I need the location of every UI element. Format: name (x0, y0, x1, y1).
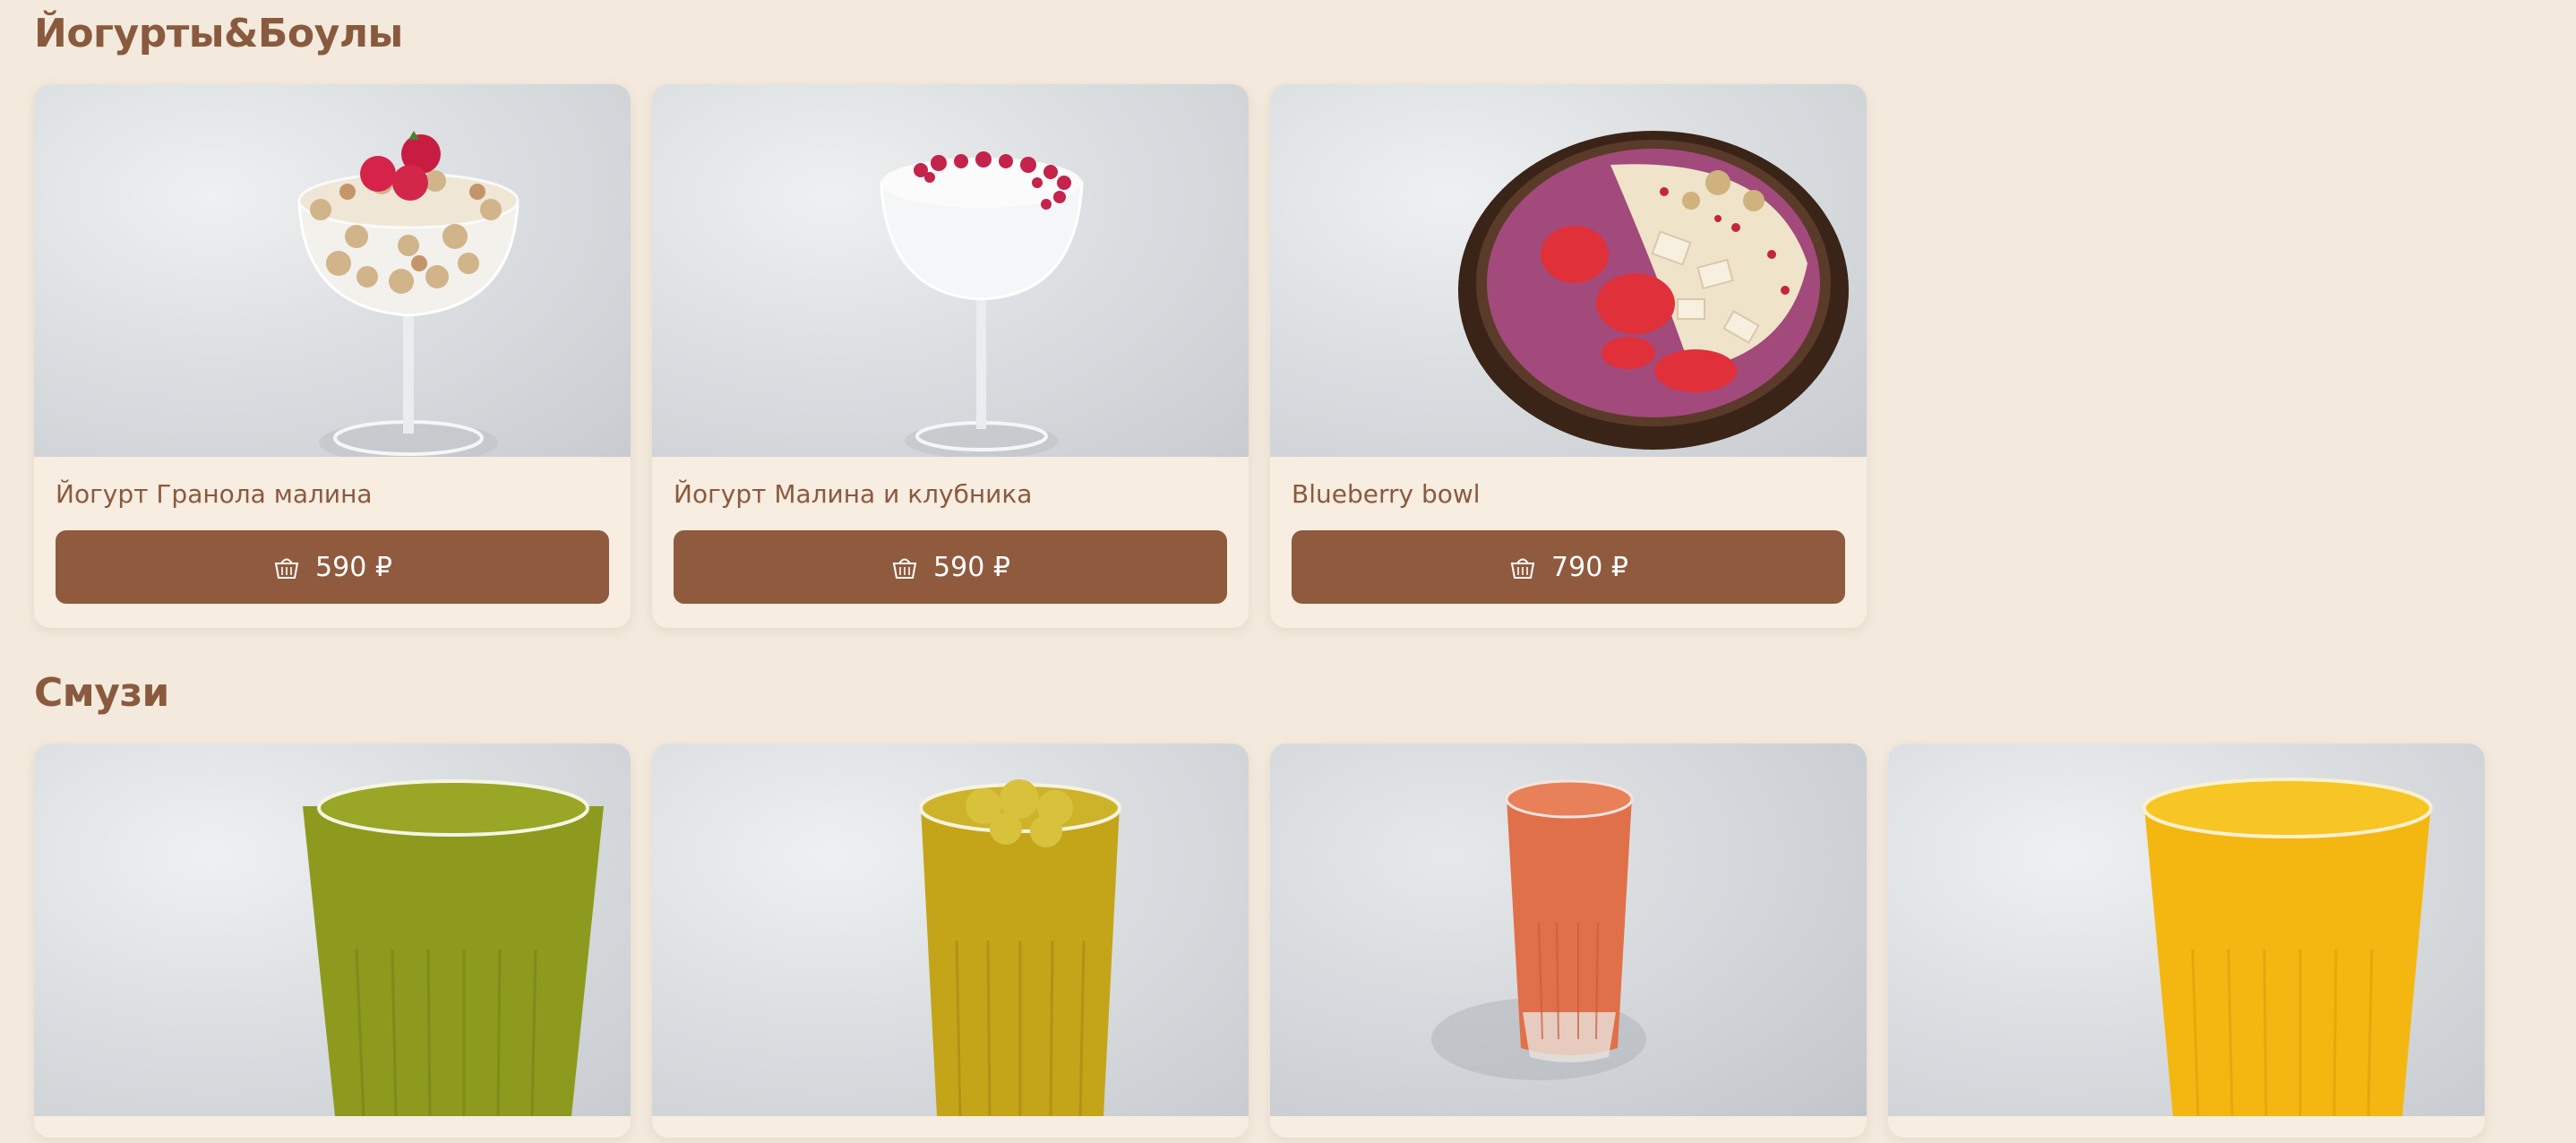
product-name (1910, 1136, 2463, 1138)
product-photo[interactable] (1270, 743, 1867, 1116)
product-name: Йогурт Малина и клубника (674, 479, 1033, 509)
product-name (56, 1136, 609, 1138)
product-card[interactable]: Blueberry bowl 790 ₽ (1270, 84, 1867, 628)
product-name: Blueberry bowl (1292, 479, 1481, 509)
product-name (674, 1136, 1227, 1138)
add-to-cart-button[interactable]: 590 ₽ (56, 530, 609, 604)
product-card[interactable]: Йогурт Гранола малина 590 ₽ (34, 84, 631, 628)
basket-icon (272, 553, 301, 581)
add-to-cart-button[interactable]: 790 ₽ (1292, 530, 1845, 604)
product-photo[interactable] (652, 84, 1249, 457)
product-photo[interactable] (1888, 743, 2485, 1116)
product-card[interactable] (1888, 743, 2485, 1138)
product-name (1292, 1136, 1845, 1138)
product-card[interactable] (652, 743, 1249, 1138)
product-card[interactable]: Йогурт Малина и клубника 590 ₽ (652, 84, 1249, 628)
section-title-smoothies: Смузи (34, 670, 169, 716)
product-photo[interactable] (652, 743, 1249, 1116)
section-title-yogurts-bowls: Йогурты&Боулы (34, 11, 403, 56)
yogurts-bowls-grid: Йогурт Гранола малина 590 ₽ Йогурт Малин… (34, 84, 1867, 628)
product-photo[interactable] (34, 84, 631, 457)
price-label: 590 ₽ (315, 551, 392, 583)
product-name: Йогурт Гранола малина (56, 479, 373, 509)
product-photo[interactable] (34, 743, 631, 1116)
product-photo[interactable] (1270, 84, 1867, 457)
price-label: 790 ₽ (1551, 551, 1628, 583)
basket-icon (890, 553, 919, 581)
price-label: 590 ₽ (933, 551, 1010, 583)
add-to-cart-button[interactable]: 590 ₽ (674, 530, 1227, 604)
product-card[interactable] (34, 743, 631, 1138)
smoothies-grid (34, 743, 2485, 1138)
product-card[interactable] (1270, 743, 1867, 1138)
basket-icon (1508, 553, 1537, 581)
